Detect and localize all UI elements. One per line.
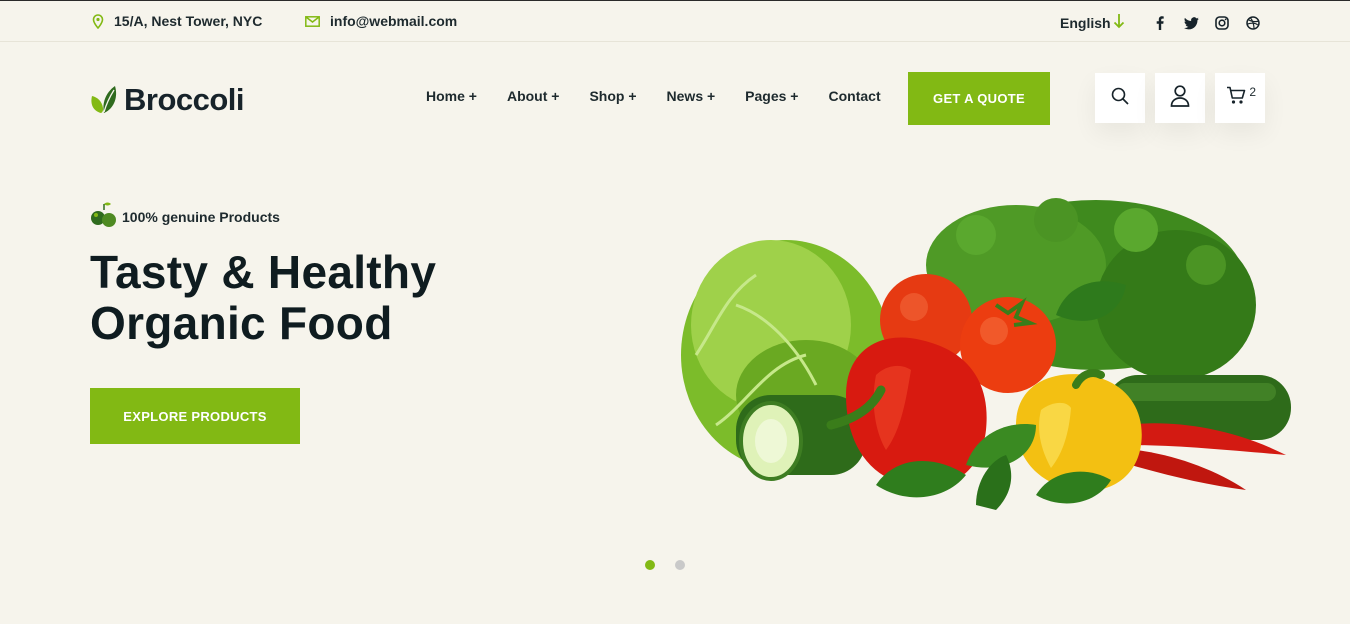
slider-dot-1[interactable] [645, 560, 655, 570]
instagram-icon[interactable] [1214, 15, 1230, 31]
social-links [1152, 15, 1261, 31]
twitter-icon[interactable] [1183, 15, 1199, 31]
hero-title-line-1: Tasty & Healthy [90, 246, 437, 298]
email-info[interactable]: info@webmail.com [305, 13, 457, 29]
hero-tagline: 100% genuine Products [90, 201, 280, 232]
envelope-icon [305, 15, 320, 27]
get-quote-button[interactable]: GET A QUOTE [908, 72, 1050, 125]
arrow-down-icon [1113, 13, 1125, 32]
main-nav: Home + About + Shop + News + Pages + Con… [426, 88, 881, 104]
brand-name: Broccoli [124, 81, 245, 117]
nav-item-news[interactable]: News + [667, 88, 716, 104]
email-text: info@webmail.com [330, 13, 458, 29]
tagline-text: 100% genuine Products [122, 208, 280, 225]
fruit-icon [90, 201, 118, 232]
cart-button[interactable]: 2 [1215, 73, 1265, 123]
nav-item-contact[interactable]: Contact [829, 88, 881, 104]
location-pin-icon [92, 13, 104, 29]
hero-title-line-2: Organic Food [90, 297, 393, 349]
user-icon [1170, 84, 1190, 112]
cart-icon [1226, 86, 1246, 110]
slider-dot-2[interactable] [675, 560, 685, 570]
language-selector[interactable]: English [1060, 13, 1125, 32]
cart-count-badge: 2 [1249, 85, 1256, 99]
top-bar: 15/A, Nest Tower, NYC info@webmail.com E… [0, 0, 1350, 42]
explore-products-button[interactable]: EXPLORE PRODUCTS [90, 388, 300, 444]
nav-item-shop[interactable]: Shop + [589, 88, 636, 104]
address-text: 15/A, Nest Tower, NYC [114, 13, 263, 29]
language-label: English [1060, 14, 1111, 31]
facebook-icon[interactable] [1152, 15, 1168, 31]
address-info: 15/A, Nest Tower, NYC [92, 13, 262, 29]
dribbble-icon[interactable] [1245, 15, 1261, 31]
search-button[interactable] [1095, 73, 1145, 123]
leaf-logo-icon [90, 80, 118, 119]
nav-item-pages[interactable]: Pages + [745, 88, 798, 104]
account-button[interactable] [1155, 73, 1205, 123]
vegetables-image [681, 198, 1291, 510]
hero-title: Tasty & Healthy Organic Food [90, 247, 436, 349]
search-icon [1111, 87, 1129, 110]
slider-pagination [645, 560, 685, 570]
nav-item-about[interactable]: About + [507, 88, 560, 104]
nav-item-home[interactable]: Home + [426, 88, 477, 104]
brand-logo[interactable]: Broccoli [90, 80, 245, 119]
